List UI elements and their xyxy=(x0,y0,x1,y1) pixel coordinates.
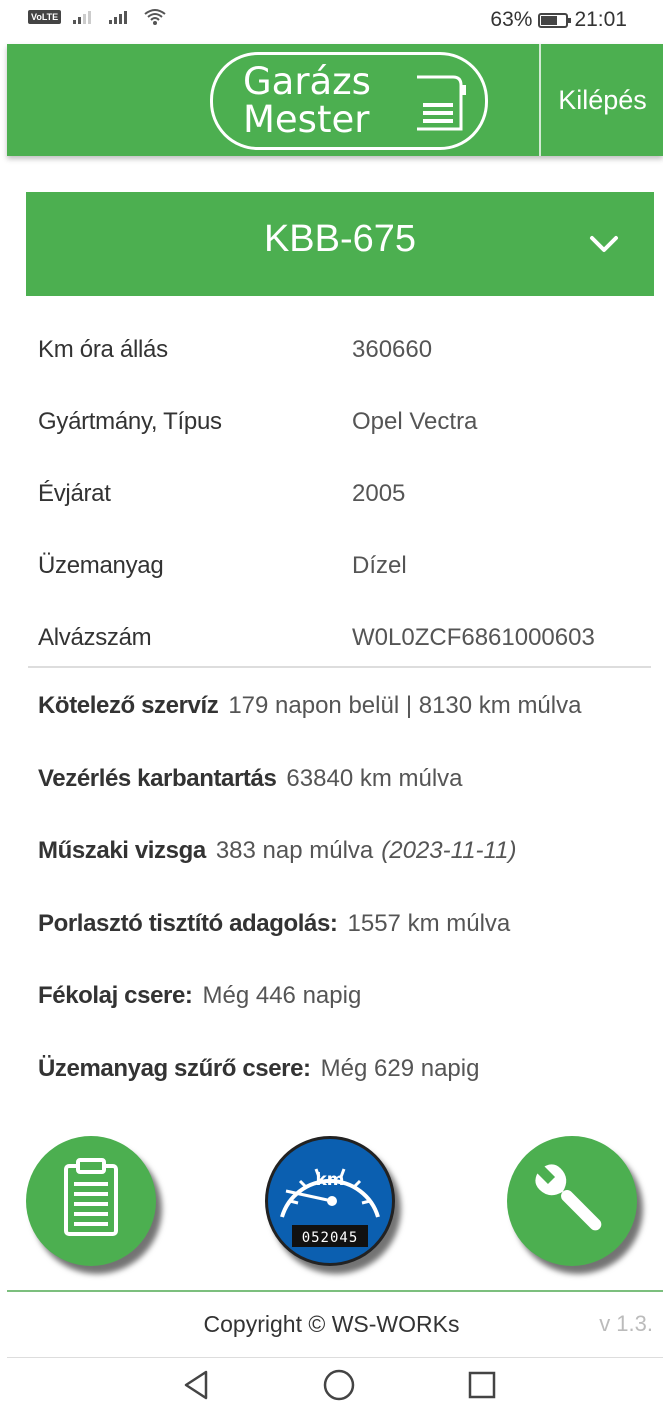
detail-value: W0L0ZCF6861000603 xyxy=(352,624,595,651)
service-value: 383 nap múlva xyxy=(215,837,374,865)
service-label: Fékolaj csere: xyxy=(38,982,193,1010)
odometer-digits: 052045 xyxy=(302,1230,359,1246)
odometer-update-button[interactable]: km 052045 xyxy=(265,1136,395,1266)
vehicle-details: Km óra állás 360660 Gyártmány, Típus Ope… xyxy=(38,314,650,674)
detail-label: Évjárat xyxy=(38,480,111,507)
odometer-unit: km xyxy=(315,1170,344,1190)
volte-badge: VoLTE xyxy=(28,10,62,24)
detail-row-year: Évjárat 2005 xyxy=(38,458,650,530)
service-value: 179 napon belül | 8130 km múlva xyxy=(228,692,582,720)
service-row-brake-fluid: Fékolaj csere: Még 446 napig xyxy=(38,960,658,1033)
speedometer-icon: km 052045 xyxy=(280,1168,380,1247)
service-row-timing: Vezérlés karbantartás 63840 km múlva xyxy=(38,743,658,816)
truck-icon xyxy=(417,75,466,131)
signal-icon xyxy=(73,11,92,24)
back-triangle-icon[interactable] xyxy=(180,1368,214,1402)
service-row-injector-cleaner: Porlasztó tisztító adagolás: 1557 km múl… xyxy=(38,888,658,961)
vehicle-selector[interactable]: KBB-675 xyxy=(26,192,654,296)
detail-value: Opel Vectra xyxy=(352,408,478,435)
signal-icon xyxy=(109,11,128,24)
license-plate: KBB-675 xyxy=(263,218,417,260)
status-bar-left: VoLTE xyxy=(28,8,167,26)
detail-value: Dízel xyxy=(352,552,407,579)
repair-button[interactable] xyxy=(507,1136,637,1266)
detail-label: Gyártmány, Típus xyxy=(38,408,222,435)
section-divider xyxy=(28,666,651,668)
service-label: Kötelező szervíz xyxy=(38,692,219,720)
footer-divider-bottom xyxy=(7,1357,663,1358)
clipboard-icon xyxy=(64,1158,118,1236)
recents-square-icon[interactable] xyxy=(465,1368,499,1402)
battery-percent: 63% xyxy=(490,8,533,31)
copyright-text: Copyright © WS-WORKs xyxy=(203,1311,460,1337)
service-row-fuel-filter: Üzemanyag szűrő csere: Még 629 napig xyxy=(38,1033,658,1106)
detail-value: 2005 xyxy=(352,480,406,507)
status-bar-right: 63% 21:01 xyxy=(490,8,627,32)
detail-row-vin: Alvázszám W0L0ZCF6861000603 xyxy=(38,602,650,674)
service-value: 63840 km múlva xyxy=(286,764,463,792)
detail-label: Alvázszám xyxy=(38,624,152,651)
service-log-button[interactable] xyxy=(26,1136,156,1266)
service-value: Még 629 napig xyxy=(320,1054,480,1082)
wifi-icon xyxy=(144,9,166,25)
service-value: Még 446 napig xyxy=(202,982,362,1010)
clock: 21:01 xyxy=(574,8,627,31)
detail-label: Üzemanyag xyxy=(38,552,164,579)
logo-text: Garázs Mester xyxy=(243,63,371,139)
service-value: 1557 km múlva xyxy=(347,909,511,937)
detail-row-make-model: Gyártmány, Típus Opel Vectra xyxy=(38,386,650,458)
service-label: Vezérlés karbantartás xyxy=(38,764,277,792)
header-divider xyxy=(539,44,541,156)
logo-line1: Garázs xyxy=(243,60,371,103)
logout-button[interactable]: Kilépés xyxy=(542,44,663,156)
detail-row-odometer: Km óra állás 360660 xyxy=(38,314,650,386)
detail-row-fuel: Üzemanyag Dízel xyxy=(38,530,650,602)
chevron-down-icon xyxy=(590,236,618,252)
service-date: (2023-11-11) xyxy=(381,837,517,865)
service-row-mandatory: Kötelező szervíz 179 napon belül | 8130 … xyxy=(38,670,658,743)
home-circle-icon[interactable] xyxy=(322,1368,356,1402)
service-row-inspection: Műszaki vizsga 383 nap múlva (2023-11-11… xyxy=(38,815,658,888)
detail-value: 360660 xyxy=(352,336,433,363)
service-label: Műszaki vizsga xyxy=(38,837,206,865)
status-bar: VoLTE 63% 21:01 xyxy=(0,0,663,40)
version-label: v 1.3. xyxy=(599,1311,653,1336)
app-header: Garázs Mester Kilépés xyxy=(7,44,663,156)
battery-icon xyxy=(538,12,572,28)
app-logo: Garázs Mester xyxy=(210,52,488,150)
detail-label: Km óra állás xyxy=(38,336,168,363)
service-label: Porlasztó tisztító adagolás: xyxy=(38,909,338,937)
service-reminders: Kötelező szervíz 179 napon belül | 8130 … xyxy=(38,670,658,1105)
logo-line2: Mester xyxy=(243,98,370,141)
service-label: Üzemanyag szűrő csere: xyxy=(38,1054,311,1082)
wrench-icon xyxy=(535,1164,602,1231)
footer-divider xyxy=(7,1290,663,1292)
system-nav-bar xyxy=(0,1362,663,1409)
battery-fill xyxy=(541,15,557,25)
